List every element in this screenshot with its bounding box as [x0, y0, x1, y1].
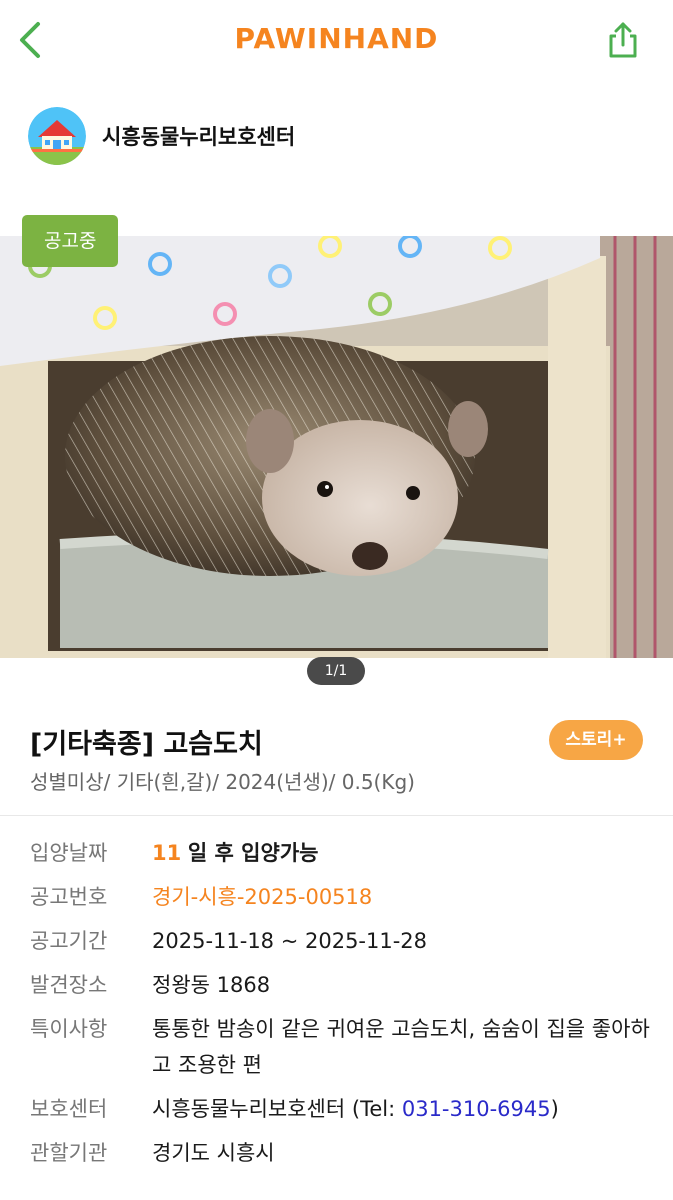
shelter-info-close: )	[550, 1097, 559, 1121]
brand-logo: PAWINHAND	[234, 22, 439, 55]
divider	[0, 815, 673, 816]
info-label: 특이사항	[30, 1017, 108, 1041]
info-row-notice-no: 공고번호 경기-시흥-2025-00518	[30, 879, 650, 915]
info-label: 공고기간	[30, 929, 108, 953]
story-button[interactable]: 스토리+	[549, 720, 643, 760]
shelter-name: 시흥동물누리보호센터	[102, 125, 296, 149]
top-bar: PAWINHAND	[0, 0, 673, 80]
house-icon	[28, 107, 86, 165]
info-row-adoption-date: 입양날짜 11 일 후 입양가능	[30, 835, 650, 871]
info-label: 보호센터	[30, 1097, 108, 1121]
authority: 경기도 시흥시	[152, 1141, 275, 1165]
found-place: 정왕동 1868	[152, 973, 271, 997]
status-badge: 공고중	[22, 215, 119, 267]
animal-summary: 성별미상/ 기타(흰,갈)/ 2024(년생)/ 0.5(Kg)	[30, 770, 415, 794]
info-row-found-place: 발견장소 정왕동 1868	[30, 967, 650, 1003]
back-button[interactable]	[10, 18, 50, 62]
chevron-left-icon	[20, 22, 40, 58]
info-row-authority: 관할기관 경기도 시흥시	[30, 1135, 650, 1171]
animal-title: [기타축종] 고슴도치	[30, 729, 263, 760]
info-label: 입양날짜	[30, 841, 108, 865]
notice-period: 2025-11-18 ~ 2025-11-28	[152, 929, 428, 953]
info-row-notice-period: 공고기간 2025-11-18 ~ 2025-11-28	[30, 923, 650, 959]
special-notes: 통통한 밤송이 같은 귀여운 고슴도치, 숨숨이 집을 좋아하고 조용한 편	[152, 1017, 650, 1077]
shelter-link[interactable]: 시흥동물누리보호센터	[28, 106, 295, 166]
animal-photo[interactable]	[0, 236, 673, 658]
info-label: 관할기관	[30, 1141, 108, 1165]
adoption-suffix: 일 후 입양가능	[187, 841, 319, 865]
shelter-phone-link[interactable]: 031-310-6945	[402, 1097, 551, 1121]
info-table: 입양날짜 11 일 후 입양가능 공고번호 경기-시흥-2025-00518 공…	[30, 835, 650, 1179]
share-button[interactable]	[603, 18, 643, 62]
info-row-shelter: 보호센터 시흥동물누리보호센터 (Tel: 031-310-6945)	[30, 1091, 650, 1127]
info-value: 11 일 후 입양가능	[152, 835, 650, 871]
shelter-info: 시흥동물누리보호센터 (Tel: 031-310-6945)	[152, 1091, 650, 1127]
info-label: 공고번호	[30, 885, 108, 909]
photo-pager: 1/1	[307, 657, 365, 685]
notice-number: 경기-시흥-2025-00518	[152, 885, 373, 909]
info-row-notes: 특이사항 통통한 밤송이 같은 귀여운 고슴도치, 숨숨이 집을 좋아하고 조용…	[30, 1011, 650, 1083]
share-icon	[609, 22, 637, 58]
shelter-info-text: 시흥동물누리보호센터 (Tel:	[152, 1097, 402, 1121]
adoption-days: 11	[152, 841, 182, 865]
info-label: 발견장소	[30, 973, 108, 997]
